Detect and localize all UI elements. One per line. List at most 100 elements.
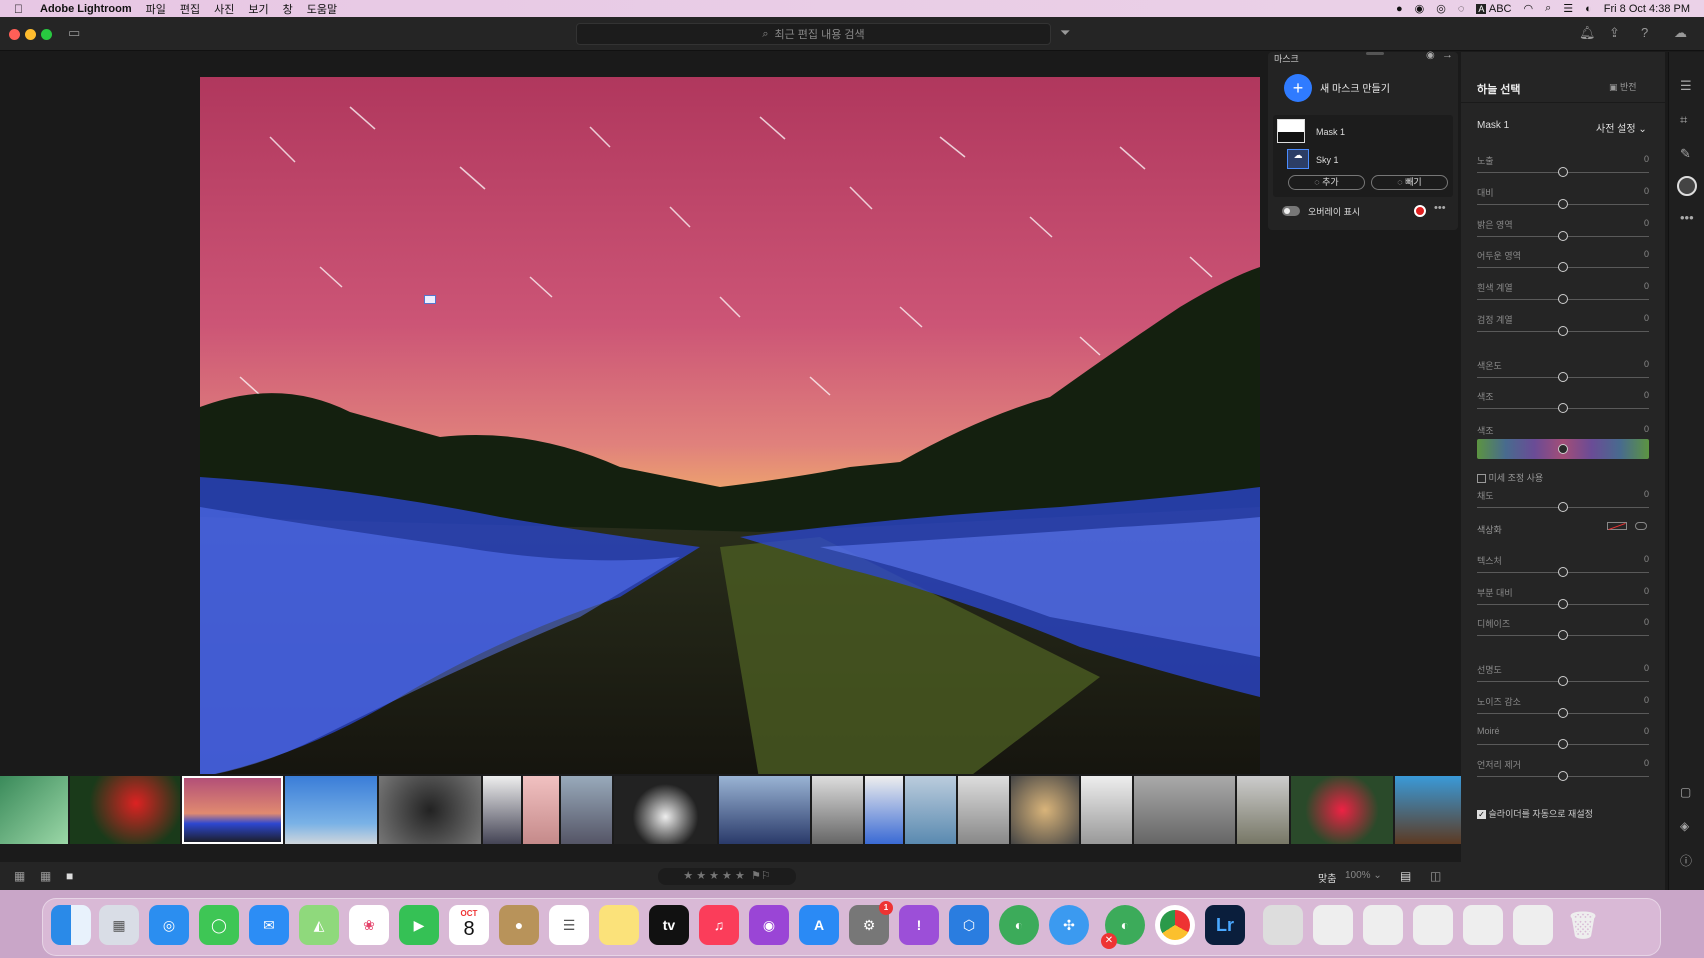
create-mask-button[interactable]: + [1284,74,1312,102]
sky-mask-icon[interactable]: ☁ [1287,149,1309,169]
lightroom-icon[interactable]: Lr [1205,905,1245,945]
thumbnail[interactable] [0,776,68,844]
spotlight-icon[interactable]: ⌕ [1545,2,1551,15]
comment-icon[interactable]: ▢ [1680,785,1691,799]
create-mask-label[interactable]: 새 마스크 만들기 [1320,80,1390,95]
flag-icon[interactable]: ⚑ [751,870,761,882]
close-window-button[interactable] [9,29,20,40]
slider-sliders_group1-3[interactable]: 어두운 영역 0 [1477,249,1649,279]
compare-view-icon[interactable]: ◫ [1430,869,1441,883]
creative-cloud-icon[interactable]: ● [1396,3,1403,15]
menu-view[interactable]: 보기 [248,1,268,17]
more-options-icon[interactable]: ••• [1434,202,1446,214]
migrating-app-icon[interactable]: ◐ ✕ [1101,905,1145,949]
menubar-extra-icon-2[interactable]: ◎ [1436,2,1446,15]
thumbnail[interactable] [1134,776,1235,844]
edit-sliders-icon[interactable]: ☰ [1680,78,1692,94]
slider-sliders_group4-1[interactable]: 노이즈 감소 0 [1477,695,1649,725]
thumbnail[interactable] [719,776,810,844]
more-tools-icon[interactable]: ••• [1680,210,1694,225]
collapse-panel-icon[interactable]: → [1442,49,1453,61]
share-icon[interactable]: ⇪ [1609,25,1620,41]
menu-photo[interactable]: 사진 [214,1,234,17]
slider-sliders_group3-0[interactable]: 텍스처 0 [1477,554,1649,584]
app-store-icon[interactable]: A [799,905,839,945]
reminders-icon[interactable]: ☰ [549,905,589,945]
downloads-stack-icon[interactable] [1263,905,1303,945]
fine-adjust-checkbox[interactable]: 미세 조정 사용 [1477,471,1543,484]
detail-view-icon[interactable]: ■ [66,869,73,883]
invert-toggle[interactable]: ▣ 반전 [1609,80,1637,93]
add-mask-button[interactable]: ◌ 추가 [1288,175,1365,190]
music-icon[interactable]: ♫ [699,905,739,945]
healing-brush-icon[interactable]: ✎ [1680,146,1691,162]
colorize-eyedropper-icon[interactable] [1635,522,1647,530]
chrome-icon[interactable] [1155,905,1195,945]
masking-icon[interactable] [1677,176,1697,196]
colorize-swatch[interactable] [1607,522,1627,531]
slider-knob[interactable] [1558,403,1568,413]
square-grid-icon[interactable]: ▦ [14,869,25,883]
recent-file-icon[interactable] [1363,905,1403,945]
slider-sliders_group2-0[interactable]: 색온도 0 [1477,359,1649,389]
mail-icon[interactable]: ✉ [249,905,289,945]
slider-knob[interactable] [1558,676,1568,686]
thumbnail[interactable] [1291,776,1393,844]
recent-file-icon[interactable] [1463,905,1503,945]
slider-knob[interactable] [1558,708,1568,718]
sky-1-label[interactable]: Sky 1 [1316,155,1339,165]
recent-file-icon[interactable] [1313,905,1353,945]
menu-window[interactable]: 창 [283,1,293,17]
slider-knob[interactable] [1558,599,1568,609]
zoom-window-button[interactable] [41,29,52,40]
mask-pin-icon[interactable] [424,295,436,304]
clock[interactable]: Fri 8 Oct 4:38 PM [1604,3,1690,15]
slider-knob[interactable] [1558,199,1568,209]
main-photo[interactable] [200,77,1260,784]
thumbnail[interactable] [483,776,521,844]
thumbnail[interactable] [561,776,612,844]
system-preferences-icon[interactable]: ⚙ 1 [849,901,893,945]
slider-knob[interactable] [1558,739,1568,749]
thumbnail[interactable] [1395,776,1461,844]
overlay-toggle[interactable] [1282,206,1300,216]
app-menu[interactable]: Adobe Lightroom [40,3,132,15]
star-rating[interactable]: ★ ★ ★ ★ ★ [683,870,745,882]
photo-grid-icon[interactable]: ▦ [40,869,51,883]
slider-knob[interactable] [1558,372,1568,382]
slider-sliders_group3-2[interactable]: 디헤이즈 0 [1477,617,1649,647]
input-source-indicator[interactable]: A ABC [1476,3,1511,15]
auto-reset-checkbox[interactable]: ✓ 슬라이더를 자동으로 재설정 [1477,807,1593,820]
preset-dropdown[interactable]: 사전 설정 ⌄ [1596,120,1647,135]
mask-1-thumbnail[interactable] [1277,119,1305,143]
wifi-icon[interactable]: ◠ [1523,2,1533,15]
tag-icon[interactable]: ◈ [1680,819,1689,833]
thumbnail-selected[interactable] [182,776,283,844]
control-center-icon[interactable]: ☰ [1563,2,1573,15]
finder-icon[interactable] [51,905,91,945]
slider-knob[interactable] [1558,630,1568,640]
thumbnail[interactable] [70,776,180,844]
cloud-icon[interactable]: ☁ [1674,25,1687,41]
crop-icon[interactable]: ⌗ [1680,112,1687,128]
recent-file-icon[interactable] [1413,905,1453,945]
thumbnail[interactable] [1011,776,1079,844]
thumbnail[interactable] [614,776,717,844]
thumbnail[interactable] [905,776,956,844]
filmstrip-toggle-icon[interactable]: ▤ [1400,869,1411,883]
share-app-icon[interactable]: ✣ [1049,905,1089,945]
subtract-mask-button[interactable]: ◌ 빼기 [1371,175,1448,190]
slider-sliders_group4-2[interactable]: Moiré 0 [1477,726,1649,756]
contacts-icon[interactable]: ● [499,905,539,945]
slider-knob[interactable] [1558,294,1568,304]
thumbnail[interactable] [285,776,377,844]
saturation-slider[interactable]: 채도 0 [1477,489,1649,519]
apple-menu-icon[interactable]:  [14,2,28,16]
recent-file-icon[interactable] [1513,905,1553,945]
network-app-icon[interactable]: ⬡ [949,905,989,945]
bell-icon[interactable]: 🔔︎ [1579,25,1596,41]
slider-sliders_group4-0[interactable]: 선명도 0 [1477,663,1649,693]
thumbnail[interactable] [865,776,903,844]
menu-file[interactable]: 파일 [146,1,166,17]
slider-sliders_group2-1[interactable]: 색조 0 [1477,390,1649,420]
